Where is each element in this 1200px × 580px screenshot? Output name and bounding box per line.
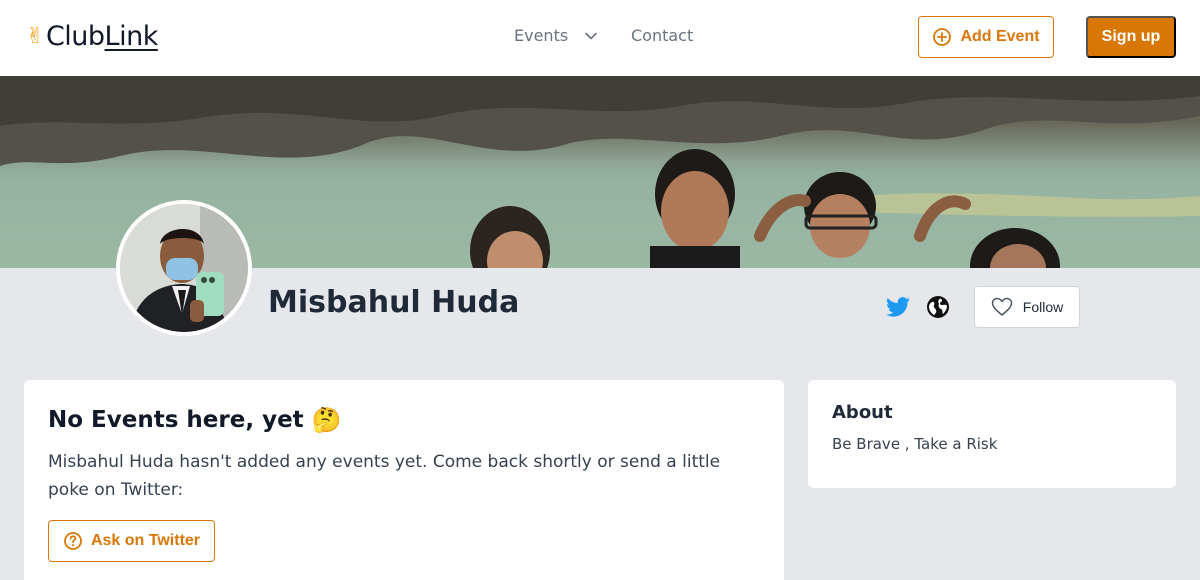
navbar: ✌ Club Link Events Contact Add Event Sign… bbox=[0, 0, 1200, 76]
thinking-face-icon: 🤔 bbox=[311, 406, 342, 434]
events-card-title-text: No Events here, yet bbox=[48, 407, 304, 433]
sign-up-button[interactable]: Sign up bbox=[1086, 16, 1176, 58]
globe-icon[interactable] bbox=[926, 295, 950, 319]
ask-on-twitter-label: Ask on Twitter bbox=[90, 532, 201, 549]
ask-on-twitter-button[interactable]: Ask on Twitter bbox=[48, 520, 215, 562]
nav-events-label: Events bbox=[514, 26, 569, 45]
avatar-photo bbox=[120, 204, 248, 332]
no-events-message: Misbahul Huda hasn't added any events ye… bbox=[48, 452, 721, 500]
nav-events-dropdown[interactable]: Events bbox=[514, 26, 598, 45]
about-card: About Be Brave , Take a Risk bbox=[808, 380, 1176, 488]
twitter-icon[interactable] bbox=[886, 296, 910, 318]
logo-text-club: Club bbox=[45, 21, 105, 52]
question-circle-icon bbox=[64, 532, 82, 550]
plus-circle-icon bbox=[933, 28, 952, 46]
about-title: About bbox=[832, 402, 893, 423]
nav-contact-link[interactable]: Contact bbox=[631, 26, 693, 45]
add-event-label: Add Event bbox=[960, 28, 1040, 45]
clublink-logo[interactable]: ✌ Club Link bbox=[26, 21, 158, 52]
events-card-title: No Events here, yet 🤔 bbox=[48, 406, 760, 434]
add-event-button[interactable]: Add Event bbox=[918, 16, 1054, 58]
chevron-down-icon bbox=[585, 32, 597, 39]
logo-text-link: Link bbox=[104, 21, 159, 52]
avatar bbox=[116, 200, 252, 336]
follow-label: Follow bbox=[1022, 299, 1064, 315]
about-text: Be Brave , Take a Risk bbox=[832, 435, 998, 453]
heart-icon bbox=[991, 297, 1013, 316]
profile-name: Misbahul Huda bbox=[268, 285, 520, 320]
events-card: No Events here, yet 🤔 Misbahul Huda hasn… bbox=[24, 380, 784, 580]
victory-hand-icon: ✌ bbox=[26, 24, 44, 49]
follow-button[interactable]: Follow bbox=[974, 286, 1080, 328]
